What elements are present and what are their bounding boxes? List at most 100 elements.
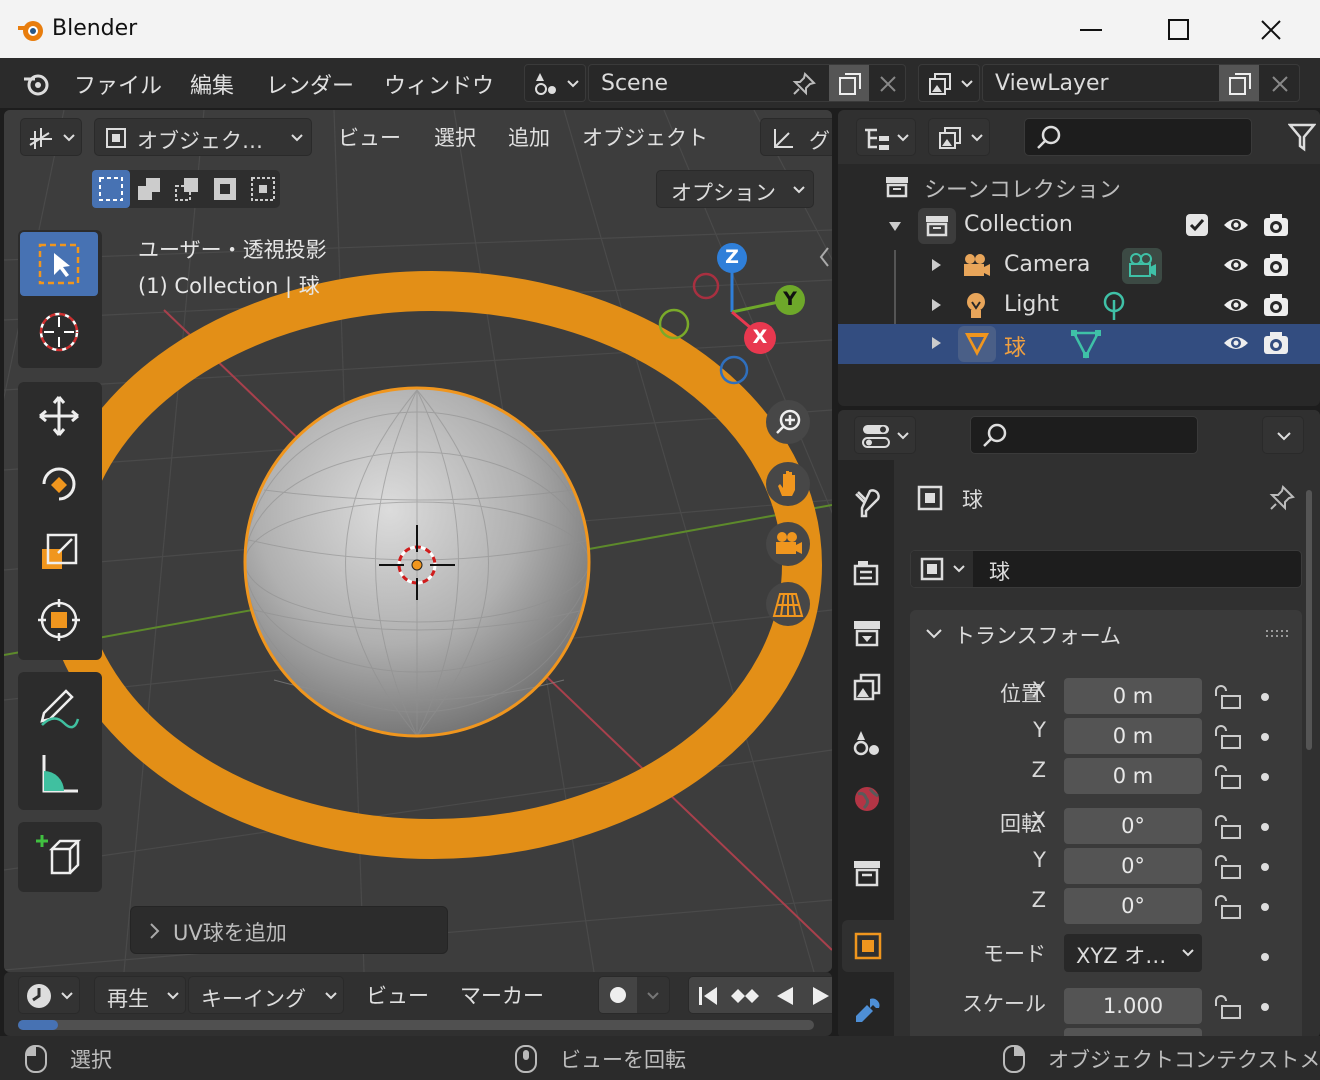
playback-dropdown[interactable]: 再生 [94, 976, 186, 1014]
scene-name-field[interactable]: Scene [588, 64, 906, 102]
tool-measure[interactable] [20, 742, 98, 806]
tab-output-icon[interactable] [852, 618, 882, 648]
scene-type-dropdown[interactable] [524, 64, 586, 102]
editor-type-dropdown[interactable] [20, 118, 82, 156]
keyframe-dot-icon[interactable] [1260, 772, 1270, 782]
collection-exclude-checkbox[interactable] [1186, 214, 1208, 236]
tab-render-icon[interactable] [852, 558, 882, 588]
tool-rotate[interactable] [20, 452, 98, 516]
last-operation-panel[interactable]: UV球を追加 [130, 906, 448, 954]
properties-scrollbar[interactable] [1306, 490, 1312, 750]
keyframe-dot-icon[interactable] [1260, 1002, 1270, 1012]
eye-icon[interactable] [1222, 254, 1250, 276]
pan-button[interactable] [766, 462, 810, 506]
tool-move[interactable] [20, 384, 98, 448]
render-camera-icon[interactable] [1262, 252, 1290, 278]
location-z-field[interactable]: 0 m [1064, 758, 1202, 794]
select-extend-button[interactable] [130, 170, 168, 208]
new-scene-button[interactable] [829, 65, 869, 101]
keyframe-dot-icon[interactable] [1260, 862, 1270, 872]
jump-keyframe-icon[interactable] [729, 985, 761, 1007]
tool-scale[interactable] [20, 520, 98, 584]
light-data-icon[interactable] [1100, 290, 1128, 322]
keying-dropdown[interactable]: キーイング [188, 976, 344, 1014]
playhead[interactable] [18, 1020, 58, 1030]
menu-edit[interactable]: 編集 [190, 68, 234, 100]
chevron-down-icon[interactable] [647, 991, 659, 1001]
tab-tool-icon[interactable] [852, 488, 882, 518]
expand-right-icon[interactable] [930, 298, 942, 312]
properties-editor-type-dropdown[interactable] [854, 416, 916, 454]
object-browse-dropdown[interactable] [911, 551, 973, 587]
tab-scene-icon[interactable] [852, 728, 882, 758]
timeline-menu-marker[interactable]: マーカー [460, 980, 544, 1010]
viewport-menu-object[interactable]: オブジェクト [582, 122, 708, 152]
display-mode-dropdown[interactable] [928, 118, 990, 156]
keyframe-dot-icon[interactable] [1260, 902, 1270, 912]
camera-data-badge[interactable] [1122, 248, 1162, 284]
lock-icon[interactable] [1212, 724, 1242, 750]
delete-viewlayer-icon[interactable] [1271, 75, 1289, 93]
tab-view-layer-icon[interactable] [852, 672, 882, 702]
delete-scene-icon[interactable] [879, 75, 897, 93]
render-camera-icon[interactable] [1262, 330, 1290, 356]
lock-icon[interactable] [1212, 684, 1242, 710]
eye-icon[interactable] [1222, 332, 1250, 354]
location-x-field[interactable]: 0 m [1064, 678, 1202, 714]
select-new-button[interactable] [92, 170, 130, 208]
play-reverse-icon[interactable] [773, 985, 795, 1007]
properties-search-input[interactable] [970, 416, 1198, 454]
location-y-field[interactable]: 0 m [1064, 718, 1202, 754]
select-intersect-button[interactable] [244, 170, 280, 208]
eye-icon[interactable] [1222, 294, 1250, 316]
rotation-x-field[interactable]: 0° [1064, 808, 1202, 844]
select-subtract-button[interactable] [168, 170, 206, 208]
perspective-toggle-button[interactable] [766, 582, 810, 626]
play-icon[interactable] [809, 985, 831, 1007]
tab-collection-icon[interactable] [852, 858, 882, 888]
properties-options-dropdown[interactable] [1262, 416, 1304, 454]
render-camera-icon[interactable] [1262, 212, 1290, 238]
expand-down-icon[interactable] [888, 220, 902, 232]
outliner-editor-type-dropdown[interactable] [856, 118, 916, 156]
transform-panel-header[interactable]: トランスフォーム [910, 610, 1302, 658]
keyframe-dot-icon[interactable] [1260, 952, 1270, 962]
auto-keying-button[interactable] [599, 977, 637, 1013]
drag-handle-icon[interactable] [1266, 630, 1288, 640]
tool-transform[interactable] [20, 588, 98, 652]
outliner-light-row[interactable]: Light [838, 286, 1320, 326]
3d-viewport[interactable]: オブジェク… ビュー 選択 追加 オブジェクト グ オプション ユーザー・透視投… [4, 110, 832, 972]
transform-orientation-dropdown[interactable]: グ [760, 118, 832, 156]
pin-icon[interactable] [1268, 484, 1296, 512]
viewport-menu-select[interactable]: 選択 [434, 122, 476, 152]
minimize-button[interactable] [1066, 10, 1116, 50]
options-dropdown[interactable]: オプション [656, 170, 814, 208]
eye-icon[interactable] [1222, 214, 1250, 236]
jump-start-icon[interactable] [697, 985, 719, 1007]
lock-icon[interactable] [1212, 854, 1242, 880]
lock-icon[interactable] [1212, 994, 1242, 1020]
filter-icon[interactable] [1288, 122, 1316, 152]
timeline-menu-view[interactable]: ビュー [366, 980, 429, 1010]
timeline-scrubber[interactable] [18, 1020, 814, 1030]
new-viewlayer-button[interactable] [1219, 65, 1259, 101]
tool-annotate[interactable] [20, 674, 98, 738]
menu-window[interactable]: ウィンドウ [384, 68, 494, 100]
tab-world-icon[interactable] [852, 784, 882, 814]
maximize-button[interactable] [1154, 10, 1204, 50]
viewlayer-type-dropdown[interactable] [918, 64, 980, 102]
tool-select-box[interactable] [20, 232, 98, 296]
tab-object[interactable] [842, 920, 894, 972]
lock-icon[interactable] [1212, 814, 1242, 840]
scale-x-field[interactable]: 1.000 [1064, 988, 1202, 1024]
tool-cursor[interactable] [20, 300, 98, 364]
tab-modifier-icon[interactable] [852, 996, 882, 1026]
viewport-menu-add[interactable]: 追加 [508, 122, 550, 152]
timeline-editor-type-dropdown[interactable] [18, 976, 80, 1014]
expand-right-icon[interactable] [930, 336, 942, 350]
rotation-mode-dropdown[interactable]: XYZ オ… [1064, 934, 1202, 972]
mesh-data-icon[interactable] [1070, 328, 1102, 360]
lock-icon[interactable] [1212, 764, 1242, 790]
expand-right-icon[interactable] [930, 258, 942, 272]
zoom-button[interactable] [766, 400, 810, 444]
